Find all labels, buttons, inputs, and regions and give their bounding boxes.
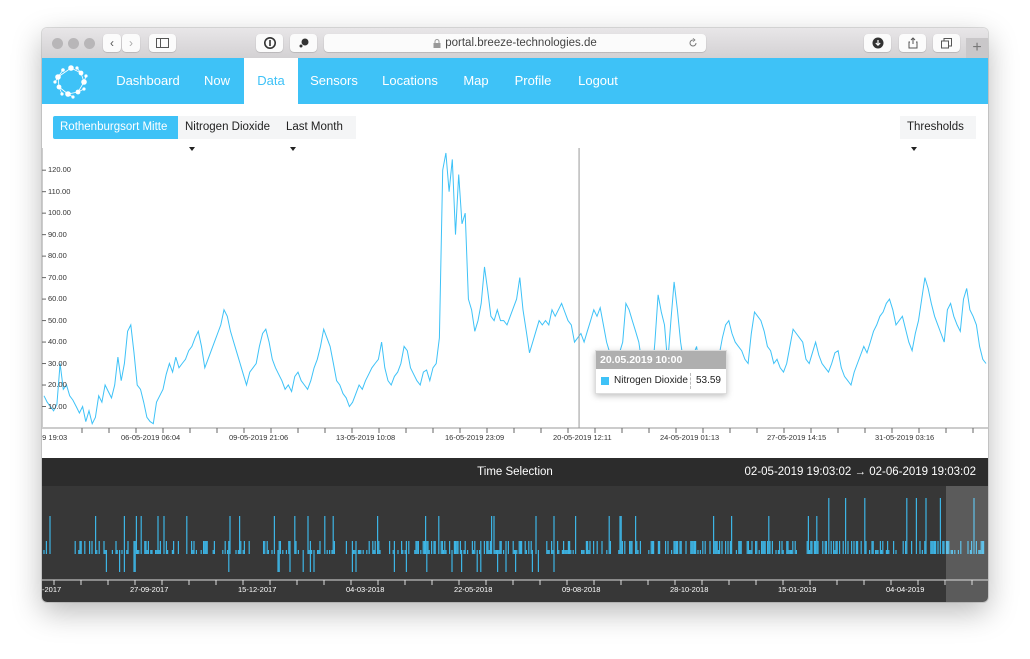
y-tick-label: 20.00 (48, 380, 67, 390)
period-dropdown[interactable]: Last Month (279, 116, 356, 151)
line-chart-svg[interactable] (42, 148, 988, 460)
mini-x-tick-label: 28-10-2018 (670, 585, 709, 594)
browser-window: ‹ › portal.breeze-technologies.de + Dash… (42, 28, 988, 602)
nav-profile[interactable]: Profile (512, 58, 554, 104)
y-tick-label: 80.00 (48, 251, 67, 261)
filter-toolbar: Rothenburgsort Mitte Nitrogen Dioxide La… (42, 104, 988, 151)
x-tick-label: 13-05-2019 10:08 (336, 433, 396, 442)
time-selection-brush[interactable] (946, 486, 988, 602)
reload-icon[interactable] (688, 38, 698, 48)
share-icon (908, 37, 917, 49)
password-manager-button[interactable] (256, 34, 283, 52)
time-selection-range: 02-05-2019 19:03:02 → 02-06-2019 19:03:0… (744, 466, 976, 478)
mini-x-tick-label: 22-05-2018 (454, 585, 493, 594)
nav-map[interactable]: Map (458, 58, 494, 104)
main-chart[interactable]: 10.00 20.00 30.00 40.00 50.00 60.00 70.00 80.00… (42, 148, 988, 460)
location-dropdown[interactable]: Rothenburgsort Mitte (53, 116, 178, 151)
x-tick-label: 27-05-2019 14:15 (767, 433, 827, 442)
x-tick-label: 16-05-2019 23:09 (445, 433, 505, 442)
time-selection-chart[interactable] (42, 486, 988, 602)
tooltip-series-name: Nitrogen Dioxide (614, 375, 688, 386)
downloads-button[interactable] (864, 34, 891, 52)
lock-icon (433, 38, 441, 48)
sidebar-button[interactable] (149, 34, 176, 52)
y-tick-label: 60.00 (48, 294, 67, 304)
zoom-window-button[interactable] (84, 38, 95, 49)
mini-x-tick-label: 15-01-2019 (778, 585, 817, 594)
mini-x-tick-label: 09-08-2018 (562, 585, 601, 594)
series-color-swatch (601, 376, 609, 385)
series-line-nitrogen-dioxide[interactable] (43, 152, 987, 426)
nav-logout[interactable]: Logout (574, 58, 622, 104)
mini-x-tick-label: 27-09-2017 (130, 585, 169, 594)
close-window-button[interactable] (52, 38, 63, 49)
chevron-right-icon: › (129, 36, 133, 50)
pollutant-label: Nitrogen Dioxide (185, 121, 271, 133)
evernote-icon (299, 38, 308, 48)
tooltip-date: 20.05.2019 10:00 (596, 351, 726, 369)
nav-data[interactable]: Data (244, 58, 298, 104)
time-selection-panel: Time Selection 02-05-2019 19:03:02 → 02-… (42, 458, 988, 602)
nav-now[interactable]: Now (194, 58, 240, 104)
download-icon (872, 37, 883, 49)
y-tick-label: 40.00 (48, 337, 67, 347)
browser-titlebar: ‹ › portal.breeze-technologies.de + (42, 28, 988, 59)
mini-x-tick-label: -2017 (42, 585, 62, 594)
1password-icon (263, 37, 276, 49)
y-tick-label: 50.00 (48, 315, 67, 325)
minimize-window-button[interactable] (68, 38, 79, 49)
mini-x-tick-label: 04-04-2019 (886, 585, 925, 594)
plus-icon: + (972, 39, 982, 56)
y-tick-label: 30.00 (48, 358, 67, 368)
back-button[interactable]: ‹ (103, 34, 121, 52)
x-tick-label: 24-05-2019 01:13 (660, 433, 720, 442)
thresholds-dropdown[interactable]: Thresholds (900, 116, 976, 151)
y-tick-label: 120.00 (48, 165, 71, 175)
address-bar[interactable]: portal.breeze-technologies.de (324, 34, 706, 52)
x-tick-label: 31-05-2019 03:16 (875, 433, 935, 442)
thresholds-label: Thresholds (907, 121, 964, 133)
location-label: Rothenburgsort Mitte (60, 121, 168, 133)
y-tick-label: 90.00 (48, 229, 67, 239)
mini-x-tick-label: 04-03-2018 (346, 585, 385, 594)
share-button[interactable] (899, 34, 926, 52)
nav-dashboard[interactable]: Dashboard (108, 58, 188, 104)
new-tab-button[interactable]: + (966, 38, 988, 58)
y-tick-label: 70.00 (48, 272, 67, 282)
tabs-overview-button[interactable] (933, 34, 960, 52)
time-selection-header: Time Selection 02-05-2019 19:03:02 → 02-… (42, 458, 988, 486)
nav-sensors[interactable]: Sensors (304, 58, 364, 104)
sidebar-icon (156, 38, 169, 48)
tabs-icon (941, 37, 952, 48)
chart-tooltip: 20.05.2019 10:00 Nitrogen Dioxide 53.59 (595, 350, 727, 394)
mini-x-tick-label: 15-12-2017 (238, 585, 277, 594)
tooltip-value: 53.59 (689, 372, 726, 389)
evernote-button[interactable] (290, 34, 317, 52)
x-tick-label: 20-05-2019 12:11 (553, 433, 612, 442)
y-tick-label: 110.00 (48, 186, 71, 196)
x-tick-label: 06-05-2019 06:04 (121, 433, 181, 442)
forward-button[interactable]: › (122, 34, 140, 52)
nav-locations[interactable]: Locations (378, 58, 442, 104)
x-tick-label: 09-05-2019 21:06 (229, 433, 289, 442)
url-text: portal.breeze-technologies.de (445, 37, 597, 49)
pollutant-dropdown[interactable]: Nitrogen Dioxide (178, 116, 279, 151)
top-navigation: Dashboard Now Data Sensors Locations Map… (42, 58, 988, 104)
period-label: Last Month (286, 121, 343, 133)
y-tick-label: 100.00 (48, 208, 71, 218)
x-tick-label: 19 19:03 (42, 433, 68, 442)
y-tick-label: 10.00 (48, 401, 67, 411)
breeze-logo-icon[interactable] (53, 63, 89, 99)
chevron-left-icon: ‹ (110, 36, 114, 50)
